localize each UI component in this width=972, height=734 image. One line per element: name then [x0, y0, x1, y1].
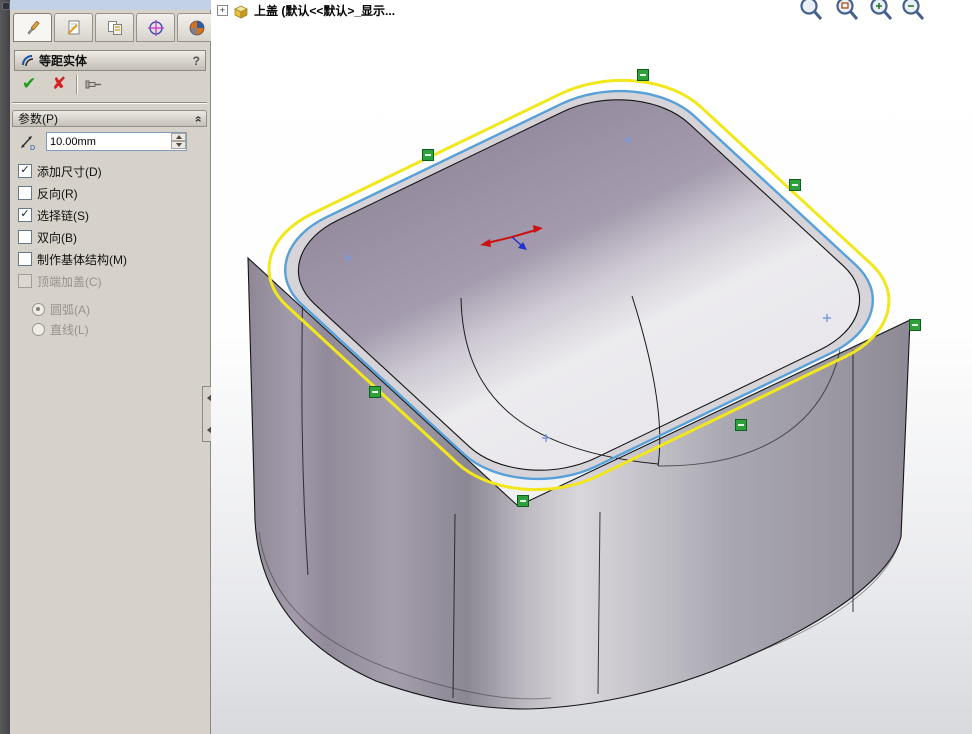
- parameters-group-header[interactable]: 参数(P) »: [12, 110, 207, 127]
- zoom-out-icon[interactable]: [899, 0, 927, 23]
- relation-marker[interactable]: [735, 419, 747, 431]
- tab-propertymanager[interactable]: [13, 13, 52, 42]
- configurations-icon: [107, 20, 122, 35]
- checkbox-label: 选择链(S): [37, 208, 89, 223]
- collapsed-feature-strip[interactable]: [0, 0, 10, 734]
- dimxpert-target-icon: [147, 19, 164, 36]
- relation-marker[interactable]: [637, 69, 649, 81]
- radio-圆弧(A): 圆弧(A): [32, 300, 90, 318]
- checkbox-box[interactable]: ✓: [18, 164, 32, 178]
- command-title: 等距实体: [39, 54, 88, 68]
- relation-marker[interactable]: [909, 319, 921, 331]
- checkbox-添加尺寸(D)[interactable]: ✓ 添加尺寸(D): [18, 162, 102, 180]
- checkbox-box[interactable]: [18, 252, 32, 266]
- command-title-bar: 等距实体 ?: [14, 50, 206, 71]
- checkbox-label: 反向(R): [37, 186, 78, 201]
- checkbox-顶端加盖(C): 顶端加盖(C): [18, 272, 102, 290]
- checkbox-box[interactable]: [18, 230, 32, 244]
- checkbox-label: 顶端加盖(C): [37, 274, 102, 289]
- offset-distance-input[interactable]: [46, 132, 187, 151]
- checkbox-box[interactable]: [18, 186, 32, 200]
- radio-label: 直线(L): [50, 322, 89, 337]
- command-actions: ✔ ✘: [14, 73, 206, 99]
- radio-button: [32, 322, 45, 336]
- divider: [12, 102, 207, 104]
- relation-marker[interactable]: [422, 149, 434, 161]
- zoom-area-icon[interactable]: [833, 0, 861, 23]
- spinner-up-button[interactable]: [171, 133, 186, 141]
- checkbox-选择链(S)[interactable]: ✓ 选择链(S): [18, 206, 89, 224]
- offset-entities-icon: [22, 55, 34, 67]
- tree-expand-icon[interactable]: +: [217, 5, 228, 16]
- radio-直线(L): 直线(L): [32, 320, 89, 338]
- relation-marker[interactable]: [789, 179, 801, 191]
- checkbox-label: 制作基体结构(M): [37, 252, 127, 267]
- offset-distance-icon: D: [21, 136, 35, 151]
- checkbox-label: 双向(B): [37, 230, 77, 245]
- radio-button: [32, 302, 45, 316]
- help-button[interactable]: ?: [193, 54, 200, 68]
- cancel-button[interactable]: ✘: [52, 74, 66, 94]
- svg-text:D: D: [30, 145, 35, 151]
- display-sphere-icon: [189, 20, 204, 35]
- ok-button[interactable]: ✔: [22, 74, 36, 94]
- feature-tree-root: + 上盖 (默认<<默认>_显示...: [217, 2, 395, 19]
- part-document-icon: [234, 5, 248, 19]
- graphics-viewport[interactable]: + 上盖 (默认<<默认>_显示...: [211, 0, 972, 734]
- checkbox-制作基体结构(M)[interactable]: 制作基体结构(M): [18, 250, 127, 268]
- keep-visible-pin-icon[interactable]: [84, 77, 106, 92]
- propertymanager-icon: [26, 20, 40, 34]
- zoom-in-icon[interactable]: [867, 0, 895, 23]
- tab-dimxpertmanager[interactable]: [136, 13, 175, 42]
- spinner-down-button[interactable]: [171, 141, 186, 149]
- tab-properties-page[interactable]: [54, 13, 93, 42]
- model-canvas[interactable]: [211, 0, 972, 734]
- radio-label: 圆弧(A): [50, 302, 90, 317]
- window-mini-icon: [2, 2, 10, 10]
- checkbox-双向(B)[interactable]: 双向(B): [18, 228, 77, 246]
- zoom-fit-icon[interactable]: [797, 0, 825, 23]
- manager-tab-bar: [13, 13, 216, 42]
- checkbox-label: 添加尺寸(D): [37, 164, 102, 179]
- tab-configurationmanager[interactable]: [95, 13, 134, 42]
- parameters-group-label: 参数(P): [18, 112, 58, 126]
- relation-marker[interactable]: [517, 495, 529, 507]
- document-name-label[interactable]: 上盖 (默认<<默认>_显示...: [254, 2, 395, 19]
- checkbox-box[interactable]: ✓: [18, 208, 32, 222]
- relation-marker[interactable]: [369, 386, 381, 398]
- checkbox-box: [18, 274, 32, 288]
- property-manager-panel: 等距实体 ? ✔ ✘ 参数(P) » D ✓ 添加尺寸(D) 反向(R) ✓ 选择链(S…: [10, 10, 216, 734]
- divider: [76, 75, 78, 94]
- distance-spinner: [171, 133, 186, 150]
- checkbox-反向(R)[interactable]: 反向(R): [18, 184, 78, 202]
- solidworks-window: { "colors": { "offset_preview_yellow": "…: [0, 0, 972, 734]
- collapse-chevron-icon[interactable]: »: [191, 115, 205, 122]
- page-pencil-icon: [66, 20, 79, 35]
